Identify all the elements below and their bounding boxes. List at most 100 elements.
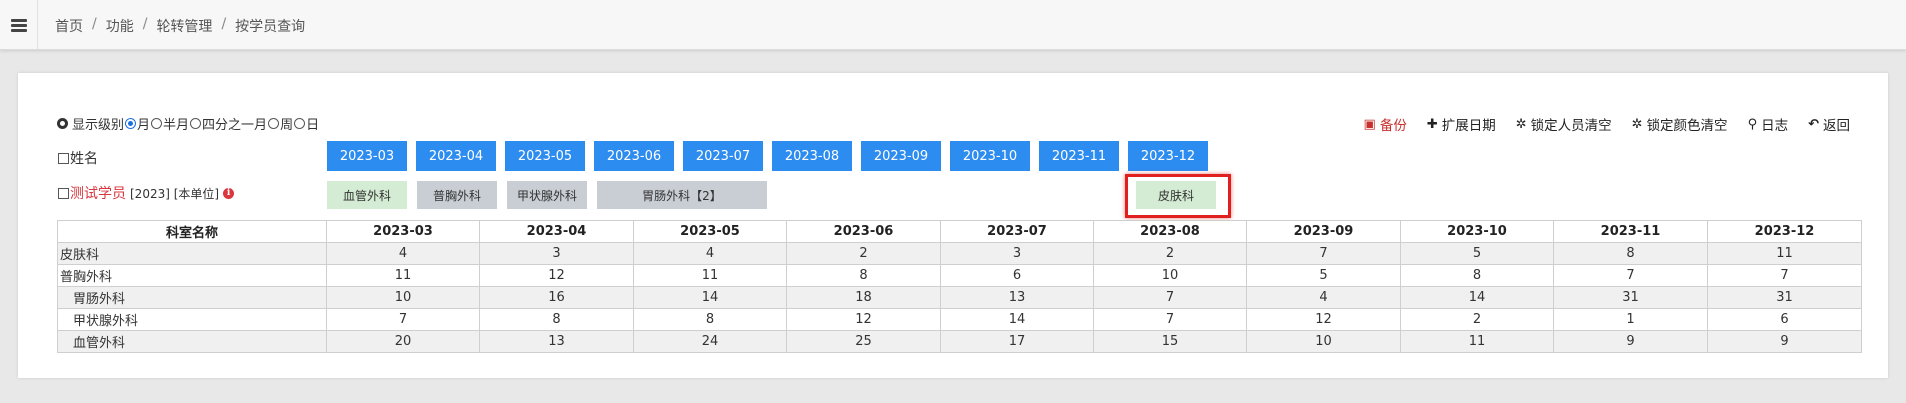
count-cell: 9: [1707, 330, 1862, 353]
breadcrumb-rotation-management[interactable]: 轮转管理: [156, 16, 212, 36]
back-button[interactable]: ↶ 返回: [1808, 114, 1850, 135]
menu-toggle-icon[interactable]: [0, 0, 38, 50]
top-bar: 首页 / 功能 / 轮转管理 / 按学员查询: [0, 0, 1906, 50]
table-row: 胃肠外科 10 16 14 18 13 7 4 14 31 31: [57, 286, 1862, 309]
dept-cell: 皮肤科: [57, 242, 327, 265]
count-cell: 11: [1400, 330, 1554, 353]
count-cell: 1: [1553, 308, 1708, 331]
count-cell: 14: [633, 286, 787, 309]
count-cell: 2: [786, 242, 941, 265]
breadcrumb-separator: /: [142, 16, 148, 32]
lock-color-clear-button[interactable]: ✲ 锁定颜色清空: [1631, 114, 1728, 135]
info-icon[interactable]: i: [223, 187, 235, 199]
count-cell: 24: [633, 330, 787, 353]
column-header-month: 2023-09: [1246, 220, 1401, 243]
level-option-label: 四分之一月: [202, 118, 268, 133]
lock-person-clear-button[interactable]: ✲ 锁定人员清空: [1516, 114, 1612, 135]
count-cell: 8: [1400, 264, 1554, 287]
count-cell: 16: [479, 286, 634, 309]
radio-icon: [190, 118, 202, 129]
count-cell: 20: [326, 330, 480, 353]
student-checkbox[interactable]: [58, 187, 69, 199]
level-option-quarter-month[interactable]: 四分之一月: [189, 114, 267, 133]
count-cell: 31: [1553, 286, 1708, 309]
level-option-day[interactable]: 日: [293, 114, 319, 133]
backup-button[interactable]: ▣ 备份: [1363, 114, 1407, 135]
level-option-label: 月: [137, 118, 151, 133]
backup-label: 备份: [1379, 118, 1407, 134]
count-cell: 4: [633, 242, 787, 265]
student-row: 测试学员 [2023] [本单位] i: [58, 183, 235, 203]
column-header-month: 2023-07: [940, 220, 1094, 243]
count-cell: 17: [940, 330, 1094, 353]
level-option-label: 周: [280, 118, 294, 133]
month-button[interactable]: 2023-08: [772, 141, 852, 171]
count-cell: 7: [1093, 308, 1247, 331]
rotation-block-vascular-surgery[interactable]: 血管外科: [327, 181, 407, 209]
lock-color-clear-label: 锁定颜色清空: [1646, 118, 1728, 134]
breadcrumb-home[interactable]: 首页: [55, 16, 83, 36]
count-cell: 5: [1400, 242, 1554, 265]
count-cell: 8: [633, 308, 787, 331]
log-button[interactable]: ⚲ 日志: [1748, 114, 1789, 135]
gear-icon: ✲: [1631, 116, 1643, 132]
column-header-month: 2023-11: [1553, 220, 1708, 243]
name-label: 姓名: [70, 151, 98, 167]
count-cell: 3: [479, 242, 634, 265]
dept-cell: 甲状腺外科: [57, 308, 327, 331]
name-checkbox-row[interactable]: 姓名: [58, 148, 98, 168]
display-level-selector: 显示级别 月 半月 四分之一月 周 日: [57, 114, 319, 133]
student-name[interactable]: 测试学员: [70, 183, 126, 203]
toolbar-actions: ▣ 备份 ✚ 扩展日期 ✲ 锁定人员清空 ✲ 锁定颜色清空 ⚲ 日志 ↶ 返回: [1363, 114, 1850, 135]
rotation-block-gastrointestinal-surgery[interactable]: 胃肠外科【2】: [597, 181, 767, 209]
level-option-half-month[interactable]: 半月: [150, 114, 189, 133]
month-button[interactable]: 2023-03: [327, 141, 407, 171]
month-button[interactable]: 2023-06: [594, 141, 674, 171]
count-cell: 12: [1246, 308, 1401, 331]
rotation-block-thoracic-surgery[interactable]: 普胸外科: [417, 181, 497, 209]
reply-icon: ↶: [1808, 116, 1819, 132]
month-button[interactable]: 2023-09: [861, 141, 941, 171]
count-cell: 6: [940, 264, 1094, 287]
breadcrumb-function[interactable]: 功能: [106, 16, 134, 36]
count-cell: 11: [1707, 242, 1862, 265]
radio-icon: [294, 118, 306, 129]
table-header-row: 科室名称 2023-03 2023-04 2023-05 2023-06 202…: [57, 220, 1862, 243]
count-cell: 11: [633, 264, 787, 287]
extend-date-button[interactable]: ✚ 扩展日期: [1427, 114, 1496, 135]
count-cell: 6: [1707, 308, 1862, 331]
rotation-block-thyroid-surgery[interactable]: 甲状腺外科: [507, 181, 587, 209]
month-button[interactable]: 2023-05: [505, 141, 585, 171]
breadcrumb-separator: /: [92, 16, 97, 32]
column-header-month: 2023-08: [1093, 220, 1247, 243]
breadcrumb-query-by-student: 按学员查询: [235, 19, 306, 35]
radio-icon: [151, 118, 163, 129]
count-cell: 14: [940, 308, 1094, 331]
name-checkbox[interactable]: [58, 152, 69, 164]
month-button[interactable]: 2023-04: [416, 141, 496, 171]
month-button[interactable]: 2023-07: [683, 141, 763, 171]
column-header-month: 2023-05: [633, 220, 787, 243]
count-cell: 7: [1093, 286, 1247, 309]
count-cell: 18: [786, 286, 941, 309]
dept-cell: 普胸外科: [57, 264, 327, 287]
extend-date-label: 扩展日期: [1441, 118, 1496, 134]
count-cell: 7: [1707, 264, 1862, 287]
save-icon: ▣: [1363, 116, 1376, 132]
lock-person-clear-label: 锁定人员清空: [1530, 118, 1612, 134]
table-row: 皮肤科 4 3 4 2 3 2 7 5 8 11: [57, 242, 1862, 265]
month-button[interactable]: 2023-11: [1039, 141, 1119, 171]
month-button[interactable]: 2023-12: [1128, 141, 1208, 171]
count-cell: 7: [1553, 264, 1708, 287]
month-button[interactable]: 2023-10: [950, 141, 1030, 171]
count-cell: 7: [1246, 242, 1401, 265]
month-buttons: 2023-03 2023-04 2023-05 2023-06 2023-07 …: [327, 141, 1217, 171]
radio-icon: [268, 118, 280, 129]
column-header-month: 2023-12: [1707, 220, 1862, 243]
count-cell: 2: [1400, 308, 1554, 331]
count-cell: 8: [479, 308, 634, 331]
log-label: 日志: [1761, 118, 1789, 134]
level-option-week[interactable]: 周: [267, 114, 293, 133]
level-option-month[interactable]: 月: [124, 114, 150, 133]
count-cell: 10: [326, 286, 480, 309]
